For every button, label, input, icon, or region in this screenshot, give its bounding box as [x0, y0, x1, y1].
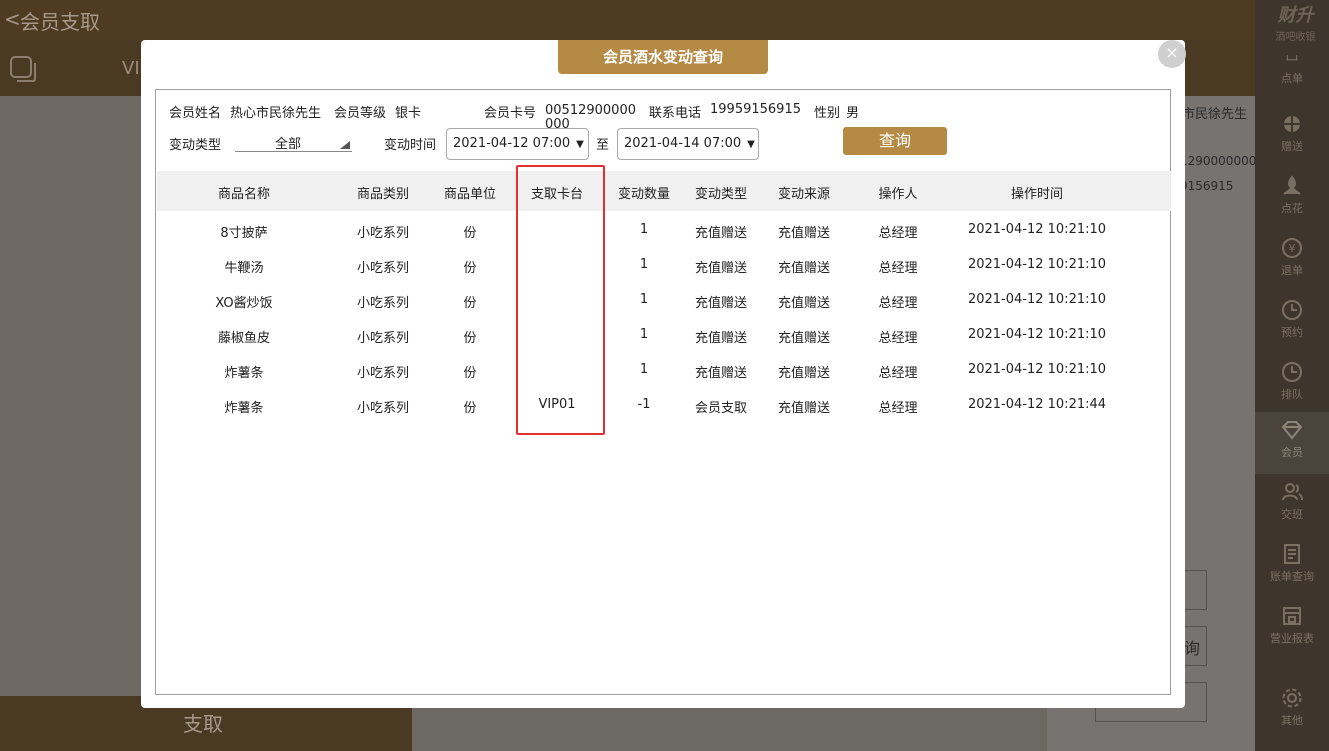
subbar-text: VI [122, 58, 140, 79]
bottom-panel [412, 708, 1047, 751]
clock-icon [1282, 300, 1302, 320]
close-icon[interactable]: × [1158, 40, 1186, 68]
change-type-select[interactable]: 全部 [235, 132, 352, 152]
member-drink-change-dialog: 会员酒水变动查询 会员姓名 热心市民徐先生 会员等级 银卡 会员卡号 00512… [141, 40, 1185, 708]
sidebar-item-queue[interactable]: 排队 [1255, 354, 1329, 416]
column-header: 商品类别 [356, 187, 410, 202]
sidebar-item-flower[interactable]: 点花 [1255, 168, 1329, 230]
member-name-label: 会员姓名 [169, 106, 222, 121]
back-icon[interactable]: < [4, 7, 21, 31]
gender-label: 性别 [814, 106, 841, 121]
start-time-select[interactable]: 2021-04-12 07:00 ▼ [446, 128, 589, 160]
table-row[interactable]: XO酱炒饭 小吃系列 份 1 充值赠送 充值赠送 总经理 2021-04-12 … [157, 282, 1171, 317]
top-bar: < 会员支取 [0, 0, 1255, 40]
sidebar-item-refund[interactable]: ¥ 退单 [1255, 230, 1329, 292]
to-label: 至 [596, 138, 610, 153]
table-row[interactable]: 藤椒鱼皮 小吃系列 份 1 充值赠送 充值赠送 总经理 2021-04-12 1… [157, 317, 1171, 352]
dialog-title: 会员酒水变动查询 [558, 40, 768, 74]
dropdown-triangle-icon [340, 141, 350, 149]
table-row[interactable]: 炸薯条 小吃系列 份 VIP01 -1 会员支取 充值赠送 总经理 2021-0… [157, 387, 1171, 422]
copy-icon[interactable] [8, 54, 38, 84]
dropdown-arrow-icon: ▼ [576, 139, 584, 150]
table-row[interactable]: 牛鞭汤 小吃系列 份 1 充值赠送 充值赠送 总经理 2021-04-12 10… [157, 247, 1171, 282]
dropdown-arrow-icon: ▼ [747, 139, 755, 150]
member-name: 热心市民徐先生 [230, 106, 322, 121]
phone-fragment: 9156915 [1180, 179, 1234, 193]
bill-icon [1284, 544, 1300, 564]
column-header: 操作时间 [1010, 187, 1064, 202]
table-row[interactable]: 8寸披萨 小吃系列 份 1 充值赠送 充值赠送 总经理 2021-04-12 1… [157, 212, 1171, 247]
panel-query-label: 询 [1184, 639, 1201, 658]
member-level: 银卡 [395, 106, 422, 121]
withdraw-button-label: 支取 [183, 712, 223, 736]
table-header: 商品名称 商品类别 商品单位 支取卡台 变动数量 变动类型 变动来源 操作人 操… [157, 171, 1171, 211]
change-type-label: 变动类型 [169, 138, 222, 153]
sidebar-item-member[interactable]: 会员 [1255, 412, 1329, 474]
diamond-icon [1281, 421, 1303, 440]
page-title: 会员支取 [20, 10, 100, 34]
column-header: 变动类型 [694, 187, 748, 202]
gift-icon [1284, 116, 1300, 132]
column-header: 操作人 [878, 187, 918, 202]
query-button[interactable]: 查询 [843, 127, 947, 155]
change-time-label: 变动时间 [384, 138, 437, 153]
sidebar-item-bill-query[interactable]: 账单查询 [1255, 536, 1329, 598]
report-icon [1283, 607, 1301, 625]
sidebar-item-other[interactable]: 其他 [1255, 680, 1329, 742]
sidebar-item-order[interactable]: 点单 [1255, 52, 1329, 114]
sidebar-item-gift[interactable]: 赠送 [1255, 106, 1329, 168]
refund-icon: ¥ [1282, 238, 1302, 258]
column-header: 商品单位 [443, 187, 497, 202]
sidebar-item-report[interactable]: 营业报表 [1255, 598, 1329, 660]
phone-number: 19959156915 [710, 102, 801, 117]
clock-icon [1282, 362, 1302, 382]
flower-icon [1283, 175, 1301, 195]
member-level-label: 会员等级 [334, 106, 387, 121]
dialog-content-frame: 会员姓名 热心市民徐先生 会员等级 银卡 会员卡号 00512900000000… [155, 89, 1171, 695]
users-icon [1282, 483, 1303, 501]
sidebar-item-shift[interactable]: 交班 [1255, 474, 1329, 536]
withdraw-table-column-highlight [516, 165, 605, 435]
gear-icon [1282, 688, 1302, 708]
order-icon [1286, 55, 1298, 61]
table-row[interactable]: 炸薯条 小吃系列 份 1 充值赠送 充值赠送 总经理 2021-04-12 10… [157, 352, 1171, 387]
brand-logo: 财升 酒吧收银 [1275, 5, 1316, 43]
end-time-select[interactable]: 2021-04-14 07:00 ▼ [617, 128, 759, 160]
column-header: 商品名称 [217, 187, 271, 202]
member-name-fragment: 市民徐先生 [1182, 107, 1248, 122]
card-number-label: 会员卡号 [484, 106, 537, 121]
gender: 男 [846, 106, 860, 121]
phone-label: 联系电话 [649, 106, 702, 121]
svg-text:¥: ¥ [1289, 242, 1296, 255]
column-header: 变动数量 [617, 187, 671, 202]
column-header: 变动来源 [777, 187, 831, 202]
sidebar-item-reservation[interactable]: 预约 [1255, 292, 1329, 354]
